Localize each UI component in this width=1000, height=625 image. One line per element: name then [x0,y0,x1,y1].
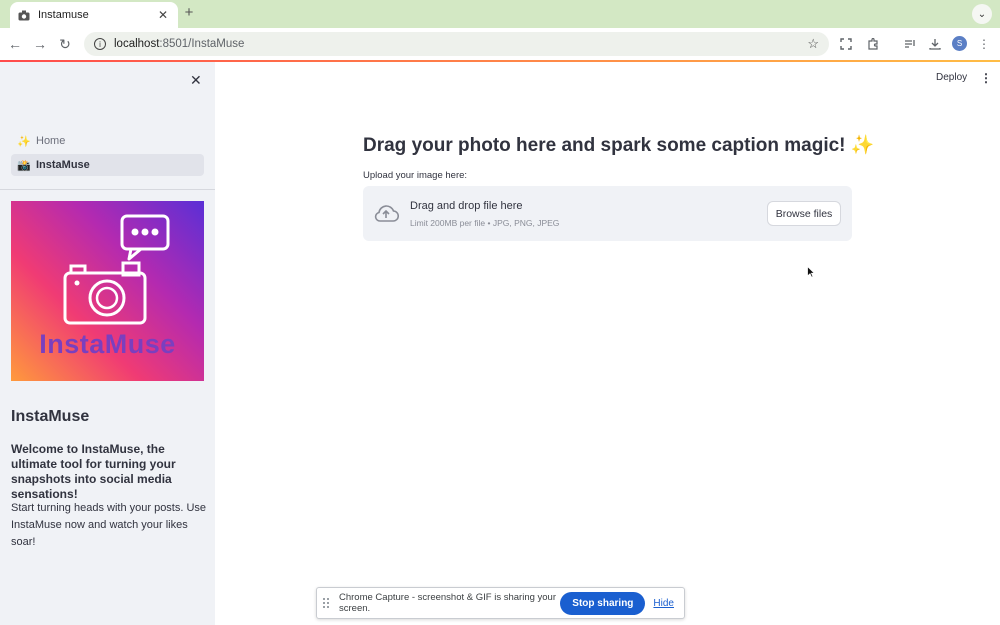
url-path: :8501/InstaMuse [159,38,245,50]
logo-wordmark: InstaMuse [39,329,176,359]
tab-search-chevron-icon[interactable]: ⌄ [972,4,992,24]
camera-favicon-icon [18,9,30,21]
dropzone-title: Drag and drop file here [410,200,523,212]
camera-flash-icon: 📸 [17,159,31,172]
tab-close-icon[interactable]: ✕ [156,8,170,22]
forward-arrow-icon[interactable]: → [31,35,49,53]
back-arrow-icon[interactable]: ← [6,35,24,53]
main-menu-icon[interactable]: ⋮ [980,71,992,85]
media-queue-icon[interactable] [902,36,918,52]
hide-link[interactable]: Hide [653,598,674,609]
browser-toolbar: ← → ↻ i localhost:8501/InstaMuse ☆ ⋮ [0,28,1000,60]
stop-sharing-button[interactable]: Stop sharing [560,591,646,615]
sidebar-item-home[interactable]: ✨ Home [11,130,204,152]
browser-menu-icon[interactable]: ⋮ [976,36,992,52]
sidebar-body: Start turning heads with your posts. Use… [11,502,207,548]
profile-avatar[interactable]: S [952,36,967,51]
sparkles-icon: ✨ [17,135,31,148]
sidebar: ✕ ✨ Home 📸 InstaMuse InstaMuse InstaMuse… [0,62,215,625]
dropzone-limit: Limit 200MB per file • JPG, PNG, JPEG [410,218,560,228]
upload-label: Upload your image here: [363,170,468,181]
drag-handle-icon[interactable] [323,598,329,608]
bookmark-star-icon[interactable]: ☆ [807,36,819,52]
sidebar-divider [0,189,215,190]
sidebar-item-label: InstaMuse [36,159,90,171]
browse-files-button[interactable]: Browse files [767,201,841,226]
new-tab-icon[interactable]: + [182,5,196,21]
address-bar[interactable]: i localhost:8501/InstaMuse ☆ [84,32,829,56]
sidebar-item-label: Home [36,135,66,147]
browser-tab[interactable]: Instamuse ✕ [10,2,178,28]
file-dropzone[interactable]: Drag and drop file here Limit 200MB per … [363,186,852,241]
site-info-icon[interactable]: i [94,38,106,50]
sidebar-intro: Welcome to InstaMuse, the ultimate tool … [11,442,176,501]
download-icon[interactable] [927,36,943,52]
sidebar-title: InstaMuse [11,408,90,425]
mouse-cursor-icon [807,265,816,283]
share-message: Chrome Capture - screenshot & GIF is sha… [339,592,557,614]
tab-title: Instamuse [38,9,89,21]
sidebar-item-instamuse[interactable]: 📸 InstaMuse [11,154,204,176]
screen-share-bar: Chrome Capture - screenshot & GIF is sha… [316,587,685,619]
close-sidebar-icon[interactable]: ✕ [190,72,202,89]
tab-strip: Instamuse ✕ + ⌄ [0,0,1000,28]
deploy-button[interactable]: Deploy [936,72,967,83]
cloud-upload-icon [373,204,400,222]
instamuse-logo-image: InstaMuse [11,201,204,381]
page-title: Drag your photo here and spark some capt… [363,135,875,156]
extensions-puzzle-icon[interactable] [865,36,881,52]
url-host: localhost [114,38,160,50]
reload-icon[interactable]: ↻ [56,35,74,53]
capture-extension-icon[interactable] [838,36,854,52]
